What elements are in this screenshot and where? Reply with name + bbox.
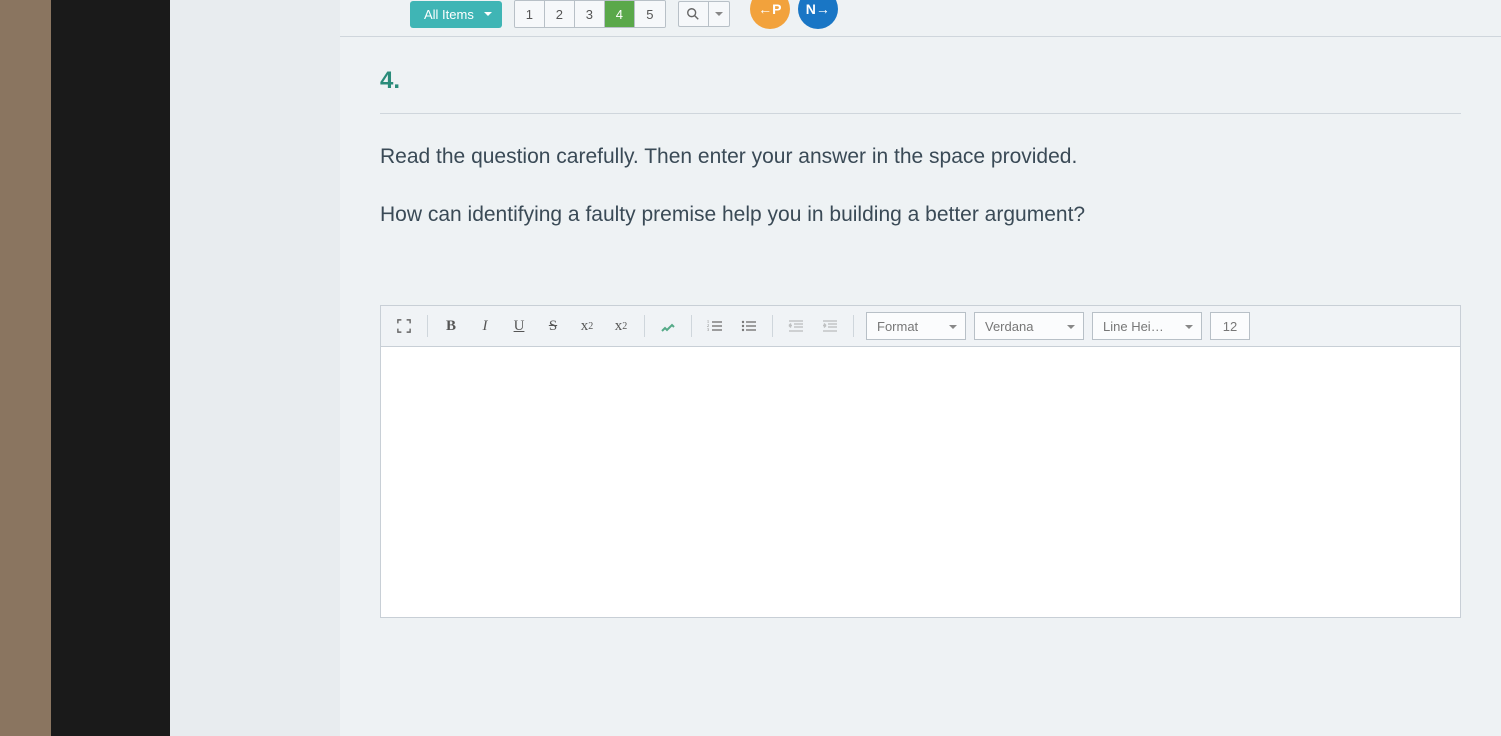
photo-bezel-left (0, 0, 170, 736)
font-select-label: Verdana (985, 319, 1033, 334)
question-area: 4. Read the question carefully. Then ent… (340, 37, 1501, 275)
subscript-x: x (581, 318, 589, 335)
italic-button[interactable]: I (470, 312, 500, 340)
editor-toolbar: B I U S x2 x2 123 For (381, 306, 1460, 347)
prev-button[interactable]: ←P (750, 0, 790, 29)
toolbar-separator (691, 315, 692, 337)
toolbar-separator (644, 315, 645, 337)
chevron-down-icon (709, 2, 729, 26)
underline-button[interactable]: U (504, 312, 534, 340)
page-box-2[interactable]: 2 (545, 1, 575, 27)
format-select[interactable]: Format (866, 312, 966, 340)
unordered-list-button[interactable] (734, 312, 764, 340)
next-button[interactable]: N→ (798, 0, 838, 29)
question-instruction: Read the question carefully. Then enter … (380, 140, 1461, 174)
answer-textarea[interactable] (381, 347, 1460, 617)
rich-text-editor: B I U S x2 x2 123 For (380, 305, 1461, 618)
divider (380, 113, 1461, 114)
question-prompt: How can identifying a faulty premise hel… (380, 198, 1461, 232)
lineheight-select[interactable]: Line Hei… (1092, 312, 1202, 340)
indent-button[interactable] (815, 312, 845, 340)
superscript-button[interactable]: x2 (606, 312, 636, 340)
page-navigator: 1 2 3 4 5 (514, 0, 666, 28)
format-select-label: Format (877, 319, 918, 334)
clear-format-button[interactable] (653, 312, 683, 340)
fontsize-select[interactable]: 12 (1210, 312, 1250, 340)
page-box-5[interactable]: 5 (635, 1, 665, 27)
toolbar-separator (772, 315, 773, 337)
svg-text:3: 3 (707, 327, 709, 332)
page-box-1[interactable]: 1 (515, 1, 545, 27)
ordered-list-button[interactable]: 123 (700, 312, 730, 340)
superscript-x: x (615, 318, 623, 335)
app-screen: All Items 1 2 3 4 5 ←P N→ 4. Read the qu… (340, 0, 1501, 736)
toolbar-separator (853, 315, 854, 337)
superscript-2: 2 (622, 321, 627, 332)
lineheight-select-label: Line Hei… (1103, 319, 1164, 334)
question-number: 4. (380, 67, 1461, 95)
top-toolbar: All Items 1 2 3 4 5 ←P N→ (340, 0, 1501, 36)
page-box-4[interactable]: 4 (605, 1, 635, 27)
page-box-3[interactable]: 3 (575, 1, 605, 27)
toolbar-separator (427, 315, 428, 337)
font-select[interactable]: Verdana (974, 312, 1084, 340)
fontsize-select-label: 12 (1223, 319, 1237, 334)
subscript-2: 2 (588, 321, 593, 332)
subscript-button[interactable]: x2 (572, 312, 602, 340)
search-dropdown[interactable] (678, 1, 730, 27)
strikethrough-button[interactable]: S (538, 312, 568, 340)
search-icon (679, 2, 709, 26)
bold-button[interactable]: B (436, 312, 466, 340)
prev-next-nav: ←P N→ (750, 0, 838, 29)
fullscreen-icon[interactable] (389, 312, 419, 340)
outdent-button[interactable] (781, 312, 811, 340)
all-items-dropdown[interactable]: All Items (410, 1, 502, 28)
